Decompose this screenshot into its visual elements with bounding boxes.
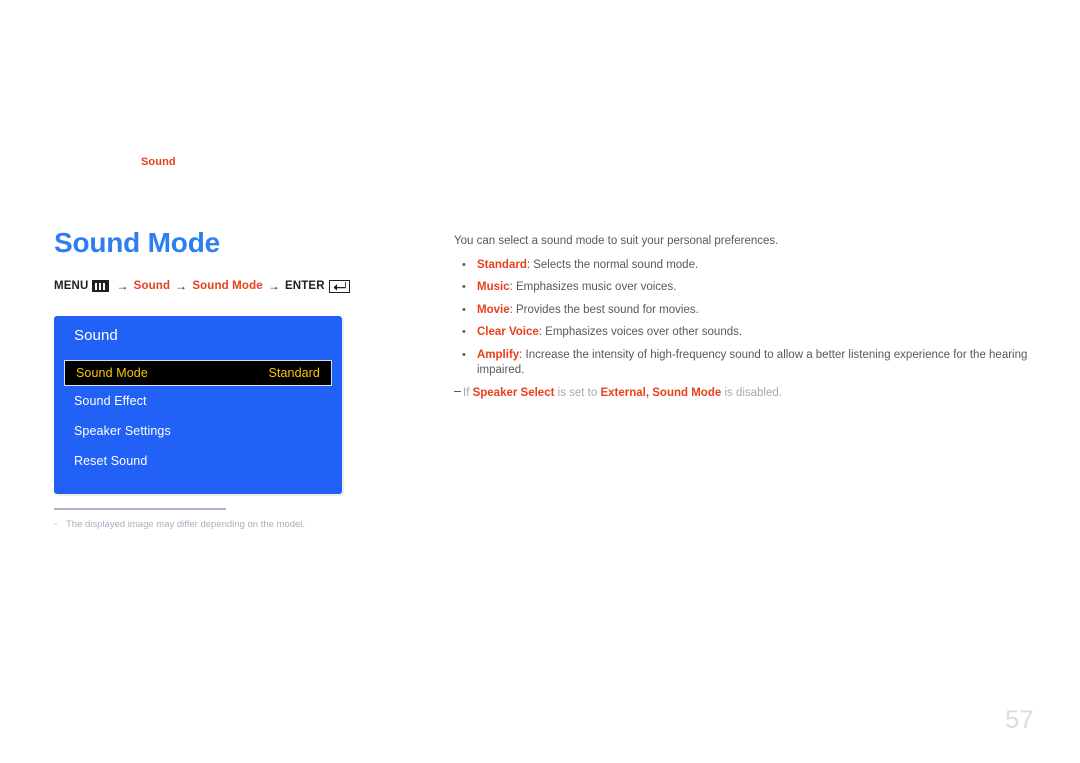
menu-bars-icon (92, 280, 110, 293)
note-lead: If (463, 386, 473, 399)
osd-panel-title: Sound (74, 327, 118, 344)
intro-paragraph: You can select a sound mode to suit your… (454, 235, 779, 247)
osd-item-value: Standard (268, 366, 320, 380)
osd-item-label: Sound Effect (74, 394, 147, 408)
note-mid-1: is set to (554, 386, 601, 399)
menu-path-enter-label: ENTER (284, 280, 325, 293)
osd-menu-panel: Sound Sound Mode Standard Sound Effect S… (54, 316, 342, 494)
option-description: : Increase the intensity of high-frequen… (477, 348, 1028, 377)
list-item-text: Amplify: Increase the intensity of high-… (477, 348, 1029, 379)
option-description: : Selects the normal sound mode. (526, 258, 699, 271)
list-item: • Standard: Selects the normal sound mod… (454, 258, 1029, 274)
option-term: Clear Voice (477, 326, 539, 339)
list-item: • Amplify: Increase the intensity of hig… (454, 348, 1029, 379)
note-accent-sound-mode: Sound Mode (652, 386, 722, 399)
page-number: 57 (1005, 706, 1034, 734)
list-item-text: Standard: Selects the normal sound mode. (477, 258, 698, 274)
option-description: : Emphasizes voices over other sounds. (538, 326, 743, 339)
footnote-divider (54, 508, 226, 510)
footnote-row: - The displayed image may differ dependi… (54, 519, 384, 531)
osd-item-label: Speaker Settings (74, 424, 171, 438)
option-term: Standard (477, 258, 527, 271)
breadcrumb-arrow-3: → (267, 279, 280, 294)
option-term: Music (477, 281, 510, 294)
osd-item-label: Reset Sound (74, 454, 148, 468)
option-description: : Emphasizes music over voices. (509, 281, 677, 294)
option-term: Movie (477, 303, 510, 316)
bullet-dot-icon: • (462, 281, 466, 294)
left-column: Sound Mode MENU → Sound → Sound Mode → E… (54, 228, 424, 293)
osd-item-speaker-settings[interactable]: Speaker Settings (54, 416, 342, 446)
list-item: • Movie: Provides the best sound for mov… (454, 303, 1029, 319)
bullet-dot-icon: • (462, 326, 466, 339)
option-term: Amplify (477, 348, 520, 361)
chapter-label: Sound (141, 156, 176, 168)
footnote-dash: - (54, 518, 58, 530)
bullet-dot-icon: • (462, 303, 466, 316)
enter-return-icon (328, 279, 350, 293)
osd-item-reset-sound[interactable]: Reset Sound (54, 446, 342, 476)
list-item-text: Movie: Provides the best sound for movie… (477, 303, 699, 319)
note-text: If Speaker Select is set to External, So… (463, 386, 782, 402)
menu-path-menu-label: MENU (54, 280, 89, 293)
osd-item-label: Sound Mode (76, 366, 148, 380)
note-accent-external: External (600, 386, 646, 399)
note-tail: is disabled. (721, 386, 782, 399)
sound-mode-options-list: • Standard: Selects the normal sound mod… (454, 258, 1029, 379)
osd-item-sound-mode[interactable]: Sound Mode Standard (64, 360, 332, 386)
list-item: • Clear Voice: Emphasizes voices over ot… (454, 325, 1029, 341)
bullet-dot-icon: • (462, 258, 466, 271)
menu-path-breadcrumb: MENU → Sound → Sound Mode → ENTER (54, 279, 424, 293)
breadcrumb-arrow-1: → (116, 279, 129, 294)
option-description: : Provides the best sound for movies. (509, 303, 699, 316)
footnote-text: The displayed image may differ depending… (66, 518, 306, 530)
menu-path-segment-sound[interactable]: Sound (134, 280, 171, 292)
note-dash-icon (454, 390, 463, 392)
right-column: You can select a sound mode to suit your… (454, 234, 1029, 401)
list-item-text: Clear Voice: Emphasizes voices over othe… (477, 325, 742, 341)
note-row: If Speaker Select is set to External, So… (454, 386, 1029, 402)
page-title: Sound Mode (54, 227, 220, 258)
list-item: • Music: Emphasizes music over voices. (454, 280, 1029, 296)
list-item-text: Music: Emphasizes music over voices. (477, 280, 676, 296)
bullet-dot-icon: • (462, 348, 466, 361)
menu-path-segment-sound-mode[interactable]: Sound Mode (192, 280, 263, 292)
osd-menu-list: Sound Mode Standard Sound Effect Speaker… (54, 360, 342, 476)
footnote-block: - The displayed image may differ dependi… (54, 508, 384, 531)
osd-item-sound-effect[interactable]: Sound Effect (54, 386, 342, 416)
breadcrumb-arrow-2: → (175, 279, 188, 294)
note-accent-speaker-select: Speaker Select (472, 386, 555, 399)
